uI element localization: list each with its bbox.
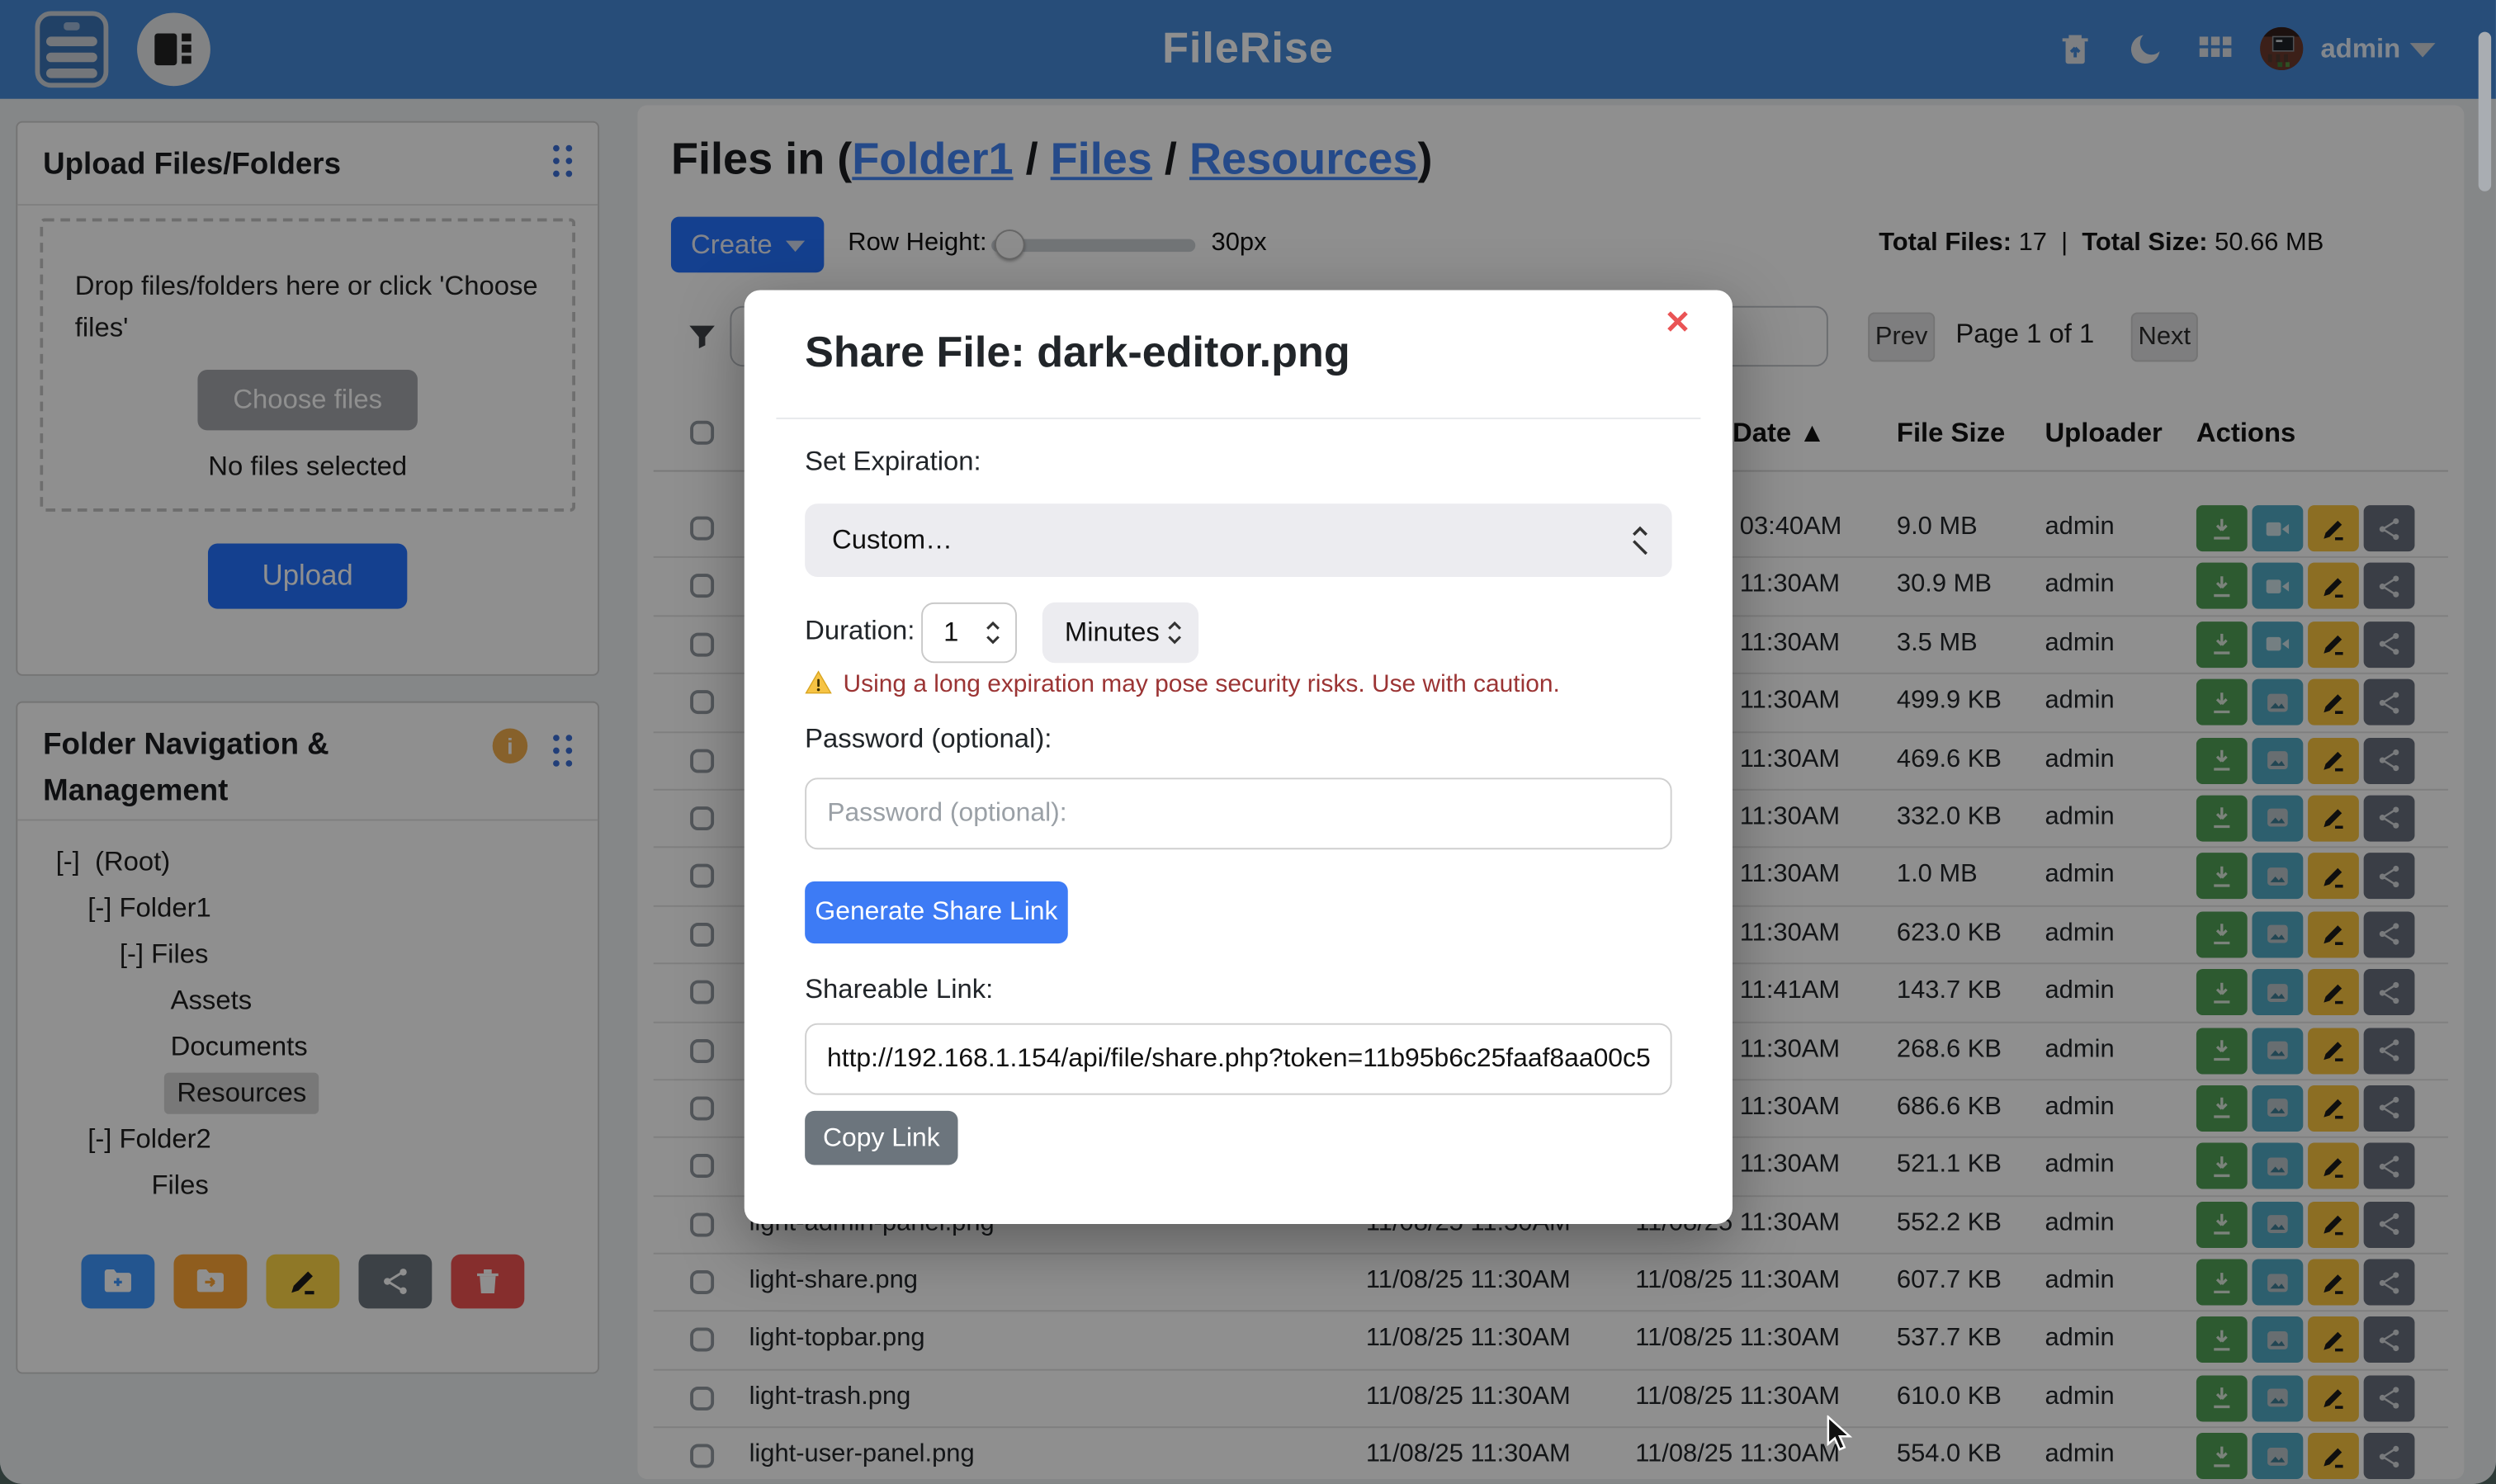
expiration-warning: Using a long expiration may pose securit… xyxy=(805,669,1560,700)
generate-share-link-button[interactable]: Generate Share Link xyxy=(805,881,1068,943)
stepper-chevrons-icon[interactable] xyxy=(983,618,1002,647)
copy-link-button[interactable]: Copy Link xyxy=(805,1111,957,1165)
select-chevrons-icon xyxy=(1630,526,1649,555)
select-chevrons-icon xyxy=(1165,618,1184,647)
mouse-cursor xyxy=(1827,1415,1854,1453)
close-icon[interactable]: ✕ xyxy=(1664,303,1690,343)
password-label: Password (optional): xyxy=(805,724,1052,756)
duration-unit-select[interactable]: Minutes xyxy=(1042,603,1198,663)
duration-label: Duration: xyxy=(805,615,915,647)
shareable-link-input[interactable] xyxy=(805,1023,1671,1095)
share-password-input[interactable] xyxy=(805,777,1671,849)
share-file-modal: ✕ Share File: dark-editor.png Set Expira… xyxy=(745,290,1733,1224)
warning-icon xyxy=(805,669,832,697)
duration-input[interactable]: 1 xyxy=(921,603,1017,663)
expiration-select[interactable]: Custom… xyxy=(805,503,1671,577)
screen: FileRise admin Upload Files/Folders Drop… xyxy=(0,0,2496,1484)
browser-page: FileRise admin Upload Files/Folders Drop… xyxy=(0,0,2496,1484)
modal-title: Share File: dark-editor.png xyxy=(805,328,1350,378)
scrollbar-thumb[interactable] xyxy=(2479,32,2491,191)
shareable-link-label: Shareable Link: xyxy=(805,974,993,1006)
expiration-label: Set Expiration: xyxy=(805,447,981,479)
